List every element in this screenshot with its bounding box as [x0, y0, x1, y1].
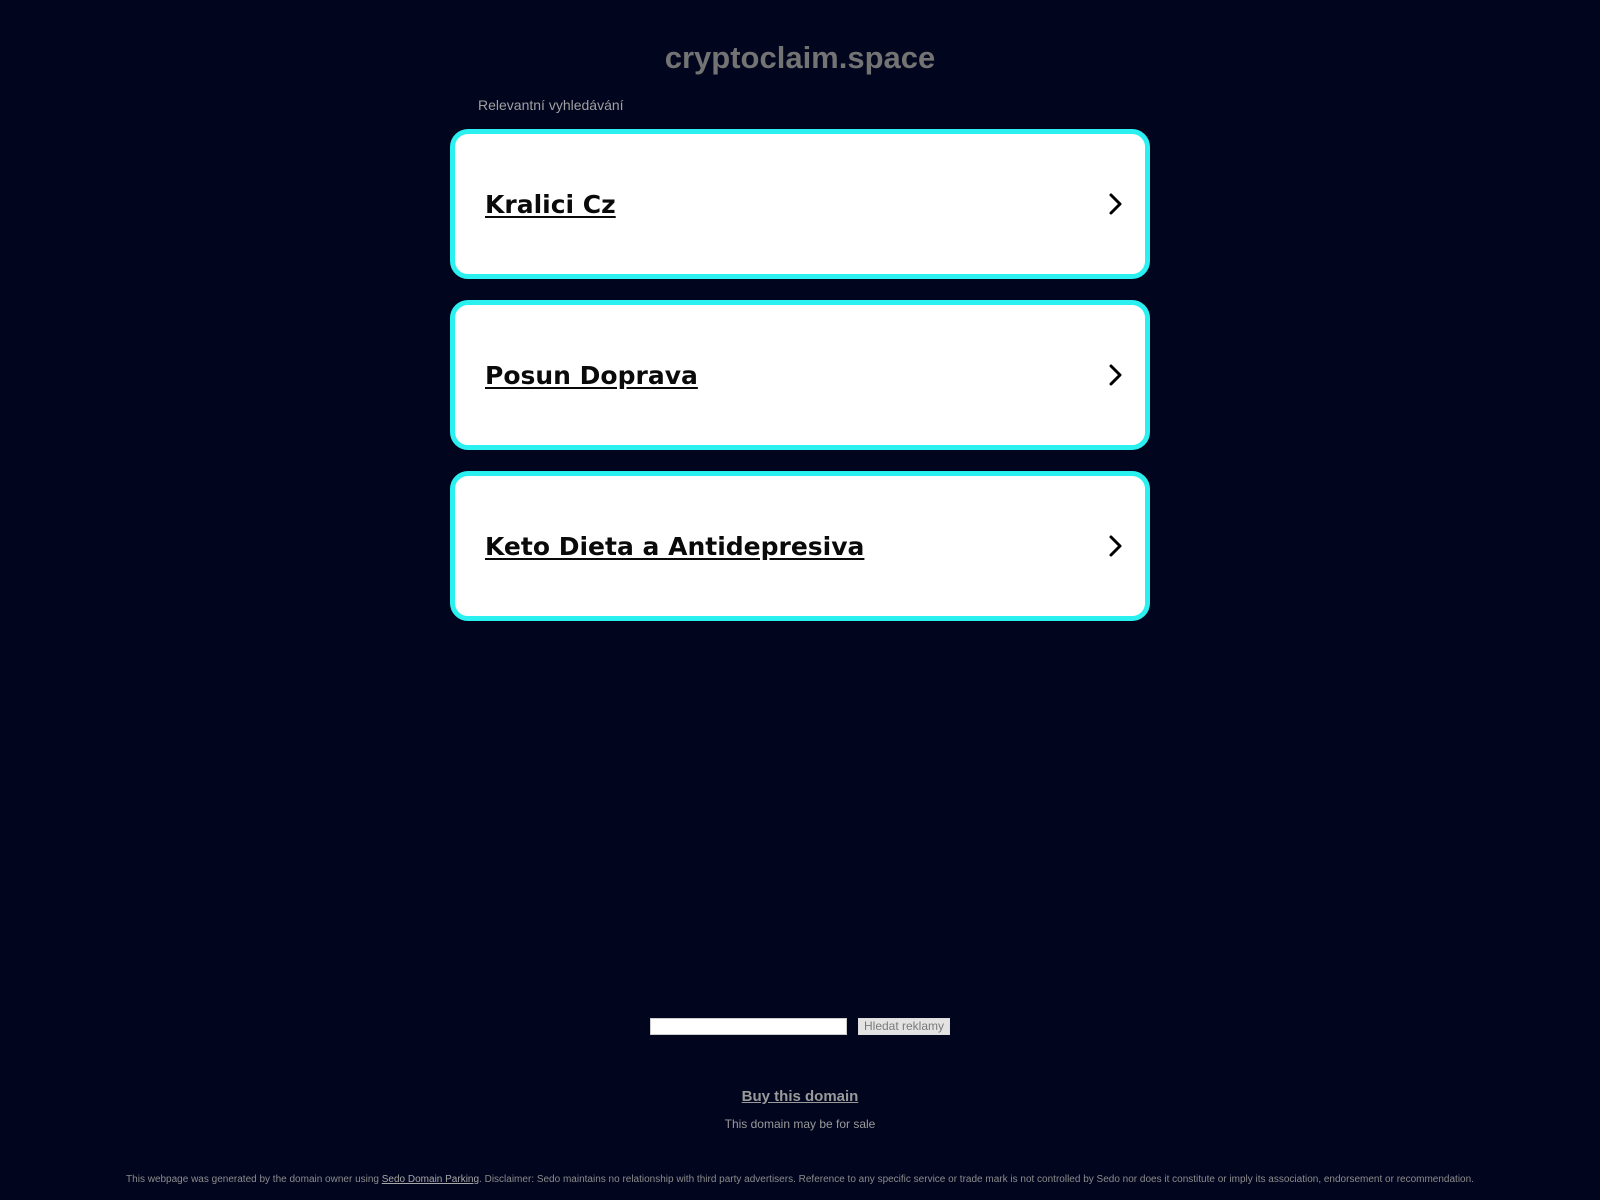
ad-card-posun-doprava[interactable]: Posun Doprava — [450, 300, 1150, 450]
chevron-right-icon — [1109, 535, 1122, 557]
buy-domain-section: Buy this domain — [0, 1088, 1600, 1106]
disclaimer-prefix: This webpage was generated by the domain… — [126, 1174, 382, 1185]
ad-link-kralici-cz[interactable]: Kralici Cz — [485, 190, 616, 219]
ad-card-kralici-cz[interactable]: Kralici Cz — [450, 129, 1150, 279]
sedo-parking-link[interactable]: Sedo Domain Parking — [382, 1174, 479, 1185]
search-input[interactable] — [650, 1018, 847, 1035]
search-ads-button[interactable]: Hledat reklamy — [858, 1018, 950, 1035]
chevron-right-icon — [1109, 364, 1122, 386]
ad-list: Kralici Cz Posun Doprava Keto Dieta a An… — [450, 129, 1150, 642]
buy-domain-link[interactable]: Buy this domain — [742, 1088, 859, 1105]
ad-card-keto-dieta[interactable]: Keto Dieta a Antidepresiva — [450, 471, 1150, 621]
related-searches-label: Relevantní vyhledávání — [478, 97, 624, 113]
for-sale-text: This domain may be for sale — [724, 1117, 876, 1131]
parking-page: cryptoclaim.space Relevantní vyhledávání… — [0, 0, 1600, 1200]
disclaimer-suffix: . Disclaimer: Sedo maintains no relation… — [479, 1174, 1474, 1185]
ad-link-posun-doprava[interactable]: Posun Doprava — [485, 361, 698, 390]
domain-title: cryptoclaim.space — [664, 40, 936, 75]
ad-search-form: Hledat reklamy — [0, 1018, 1600, 1035]
footer-disclaimer: This webpage was generated by the domain… — [0, 1174, 1600, 1185]
chevron-right-icon — [1109, 193, 1122, 215]
ad-link-keto-dieta[interactable]: Keto Dieta a Antidepresiva — [485, 532, 864, 561]
